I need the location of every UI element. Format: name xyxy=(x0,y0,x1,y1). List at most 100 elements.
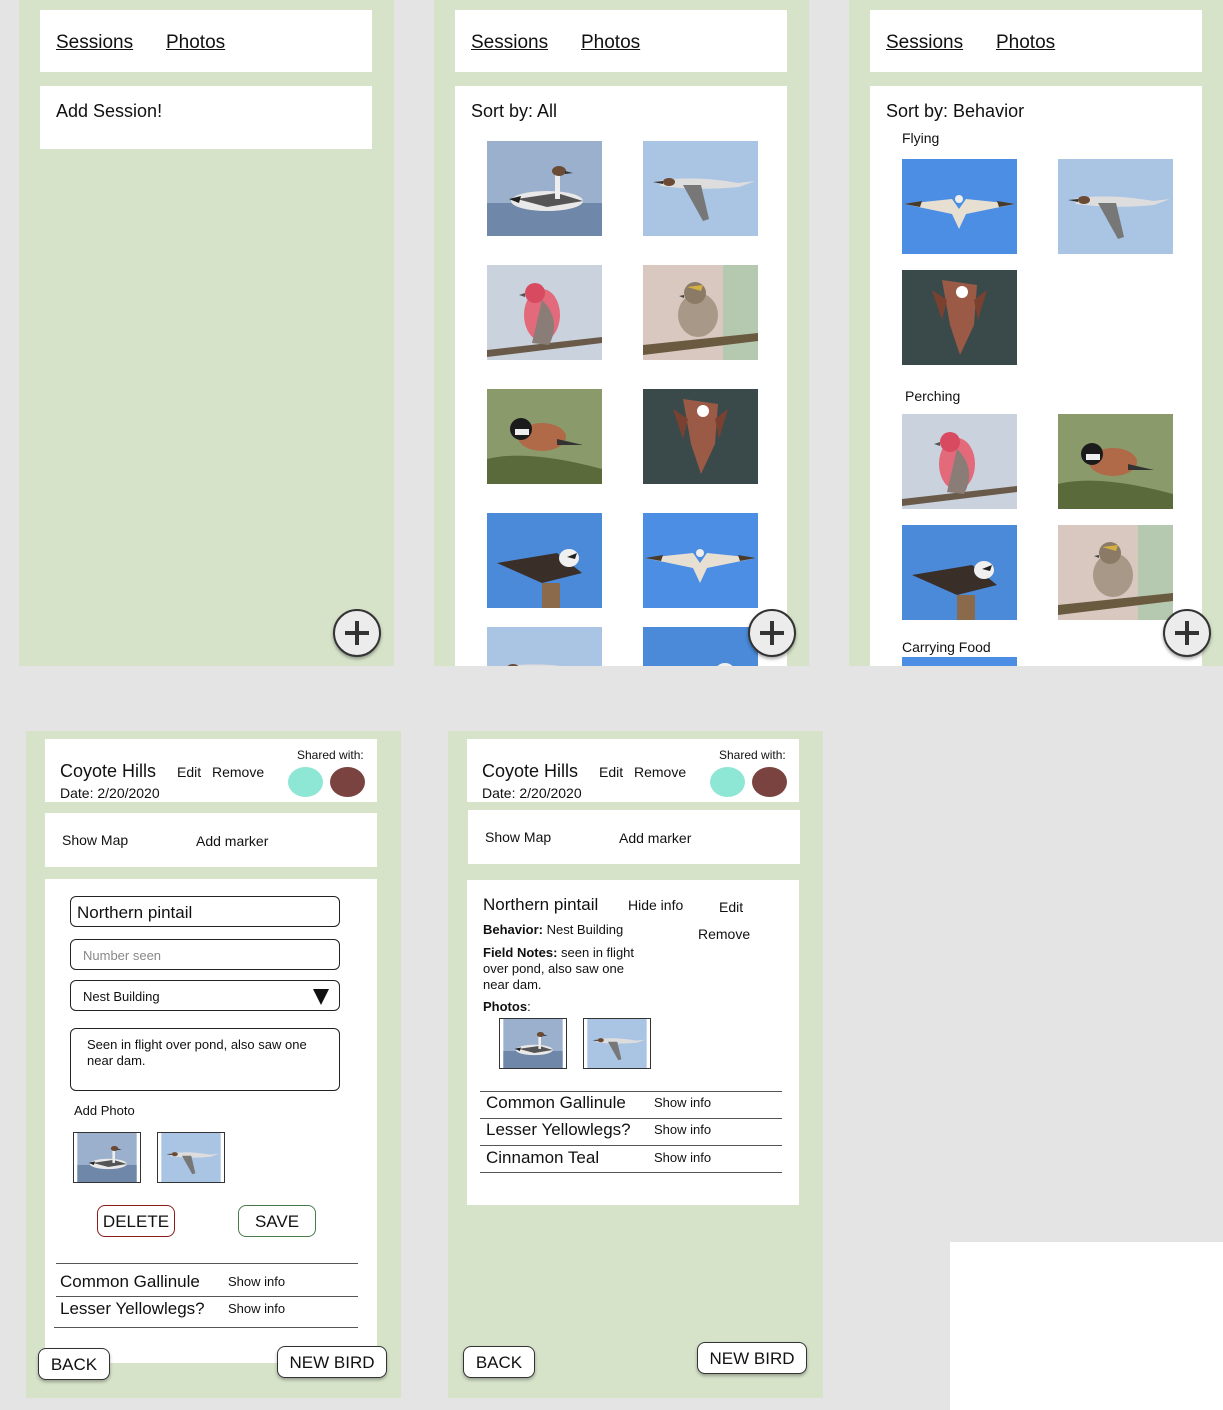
add-photo-link[interactable]: Add Photo xyxy=(74,1103,135,1118)
sort-label[interactable]: Sort by: Behavior xyxy=(886,101,1024,122)
photo-thumbnail[interactable] xyxy=(643,265,758,360)
add-marker-link[interactable]: Add marker xyxy=(196,833,268,849)
behavior-value: Nest Building xyxy=(83,989,160,1004)
add-icon[interactable] xyxy=(1163,609,1211,657)
map-toolbar: Show Map Add marker xyxy=(468,810,800,864)
map-toolbar: Show Map Add marker xyxy=(45,813,377,867)
photos-colon: : xyxy=(527,999,531,1014)
divider xyxy=(56,1296,358,1297)
add-icon[interactable] xyxy=(333,609,381,657)
new-bird-label: NEW BIRD xyxy=(709,1349,795,1368)
number-seen-field[interactable]: Number seen xyxy=(70,939,340,970)
sort-label[interactable]: Sort by: All xyxy=(471,101,557,122)
notes-textarea[interactable]: Seen in flight over pond, also saw one n… xyxy=(70,1028,340,1091)
photo-thumbnail[interactable] xyxy=(902,525,1017,620)
screen-sessions-empty: Sessions Photos Add Session! xyxy=(19,0,394,666)
field-notes: Field Notes: seen in flight over pond, a… xyxy=(483,945,653,993)
nav-photos-link[interactable]: Photos xyxy=(581,32,640,54)
edit-bird-link[interactable]: Edit xyxy=(719,899,743,915)
shared-with-label: Shared with: xyxy=(297,748,364,762)
behavior-label: Behavior: xyxy=(483,922,543,937)
remove-session-link[interactable]: Remove xyxy=(634,764,686,780)
photo-thumbnail[interactable] xyxy=(1058,159,1173,254)
photo-thumbnail[interactable] xyxy=(487,141,602,236)
photo-thumbnail[interactable] xyxy=(643,627,758,666)
hide-info-link[interactable]: Hide info xyxy=(628,897,683,913)
show-map-link[interactable]: Show Map xyxy=(485,829,551,845)
behavior-value: Nest Building xyxy=(542,922,624,937)
divider xyxy=(480,1091,782,1092)
photo-thumbnail[interactable] xyxy=(487,513,602,608)
top-nav: Sessions Photos xyxy=(455,10,787,72)
shared-with-label: Shared with: xyxy=(719,748,786,762)
avatar[interactable] xyxy=(288,767,323,797)
group-heading-flying: Flying xyxy=(902,130,940,146)
nav-sessions-link[interactable]: Sessions xyxy=(886,32,963,54)
photo-thumbnail[interactable] xyxy=(1058,525,1173,620)
divider xyxy=(480,1172,782,1173)
field-notes-label: Field Notes: xyxy=(483,945,558,960)
photo-thumbnail[interactable] xyxy=(643,389,758,484)
bird-name: Lesser Yellowlegs? xyxy=(486,1120,631,1139)
photo-thumbnail[interactable] xyxy=(73,1132,141,1183)
photo-thumbnail[interactable] xyxy=(487,627,602,666)
photo-thumbnail[interactable] xyxy=(902,159,1017,254)
divider xyxy=(54,1327,358,1328)
nav-photos-link[interactable]: Photos xyxy=(166,32,225,54)
photo-thumbnail[interactable] xyxy=(902,414,1017,509)
bird-species: Northern pintail xyxy=(483,895,599,914)
show-info-link[interactable]: Show info xyxy=(654,1095,711,1110)
back-button[interactable]: BACK xyxy=(38,1348,110,1380)
show-info-link[interactable]: Show info xyxy=(654,1150,711,1165)
avatar[interactable] xyxy=(752,767,787,797)
nav-sessions-link[interactable]: Sessions xyxy=(56,32,133,54)
photo-thumbnail[interactable] xyxy=(902,657,1017,666)
photo-thumbnail[interactable] xyxy=(902,270,1017,365)
add-marker-link[interactable]: Add marker xyxy=(619,830,691,846)
photo-thumbnail[interactable] xyxy=(643,141,758,236)
photo-grid-card: Sort by: All xyxy=(455,86,787,666)
photo-thumbnail[interactable] xyxy=(583,1018,651,1069)
add-icon[interactable] xyxy=(748,609,796,657)
session-header: Coyote Hills Date: 2/20/2020 Edit Remove… xyxy=(467,739,799,802)
screen-session-edit-bird: Coyote Hills Date: 2/20/2020 Edit Remove… xyxy=(26,731,401,1398)
top-nav: Sessions Photos xyxy=(40,10,372,72)
photo-thumbnail[interactable] xyxy=(487,389,602,484)
number-seen-placeholder: Number seen xyxy=(83,948,162,963)
new-bird-button[interactable]: NEW BIRD xyxy=(277,1346,387,1378)
photos-line: Photos: xyxy=(483,999,531,1014)
delete-label: DELETE xyxy=(102,1212,170,1231)
remove-bird-link[interactable]: Remove xyxy=(698,926,750,942)
nav-sessions-link[interactable]: Sessions xyxy=(471,32,548,54)
add-session-card[interactable]: Add Session! xyxy=(40,86,372,149)
remove-session-link[interactable]: Remove xyxy=(212,764,264,780)
new-bird-button[interactable]: NEW BIRD xyxy=(697,1342,807,1374)
avatar[interactable] xyxy=(710,767,745,797)
save-button[interactable]: SAVE xyxy=(238,1205,316,1237)
add-session-label: Add Session! xyxy=(56,101,163,121)
photo-thumbnail[interactable] xyxy=(487,265,602,360)
bird-form-card: Northern pintail Number seen Nest Buildi… xyxy=(45,879,377,1363)
photo-thumbnail[interactable] xyxy=(499,1018,567,1069)
behavior-select[interactable]: Nest Building xyxy=(70,980,340,1011)
show-info-link[interactable]: Show info xyxy=(654,1122,711,1137)
photo-thumbnail[interactable] xyxy=(157,1132,225,1183)
show-info-link[interactable]: Show info xyxy=(228,1274,285,1289)
group-heading-perching: Perching xyxy=(905,388,961,404)
avatar[interactable] xyxy=(330,767,365,797)
edit-session-link[interactable]: Edit xyxy=(177,764,201,780)
session-title: Coyote Hills xyxy=(482,761,579,781)
edit-session-link[interactable]: Edit xyxy=(599,764,623,780)
species-field[interactable]: Northern pintail xyxy=(70,896,340,927)
show-info-link[interactable]: Show info xyxy=(228,1301,285,1316)
photo-thumbnail[interactable] xyxy=(1058,414,1173,509)
nav-photos-link[interactable]: Photos xyxy=(996,32,1055,54)
divider xyxy=(480,1145,782,1146)
bird-name: Common Gallinule xyxy=(486,1093,626,1112)
delete-button[interactable]: DELETE xyxy=(97,1205,175,1237)
show-map-link[interactable]: Show Map xyxy=(62,832,128,848)
back-button[interactable]: BACK xyxy=(463,1346,535,1378)
back-label: BACK xyxy=(475,1353,523,1372)
divider xyxy=(56,1263,358,1264)
photo-thumbnail[interactable] xyxy=(643,513,758,608)
